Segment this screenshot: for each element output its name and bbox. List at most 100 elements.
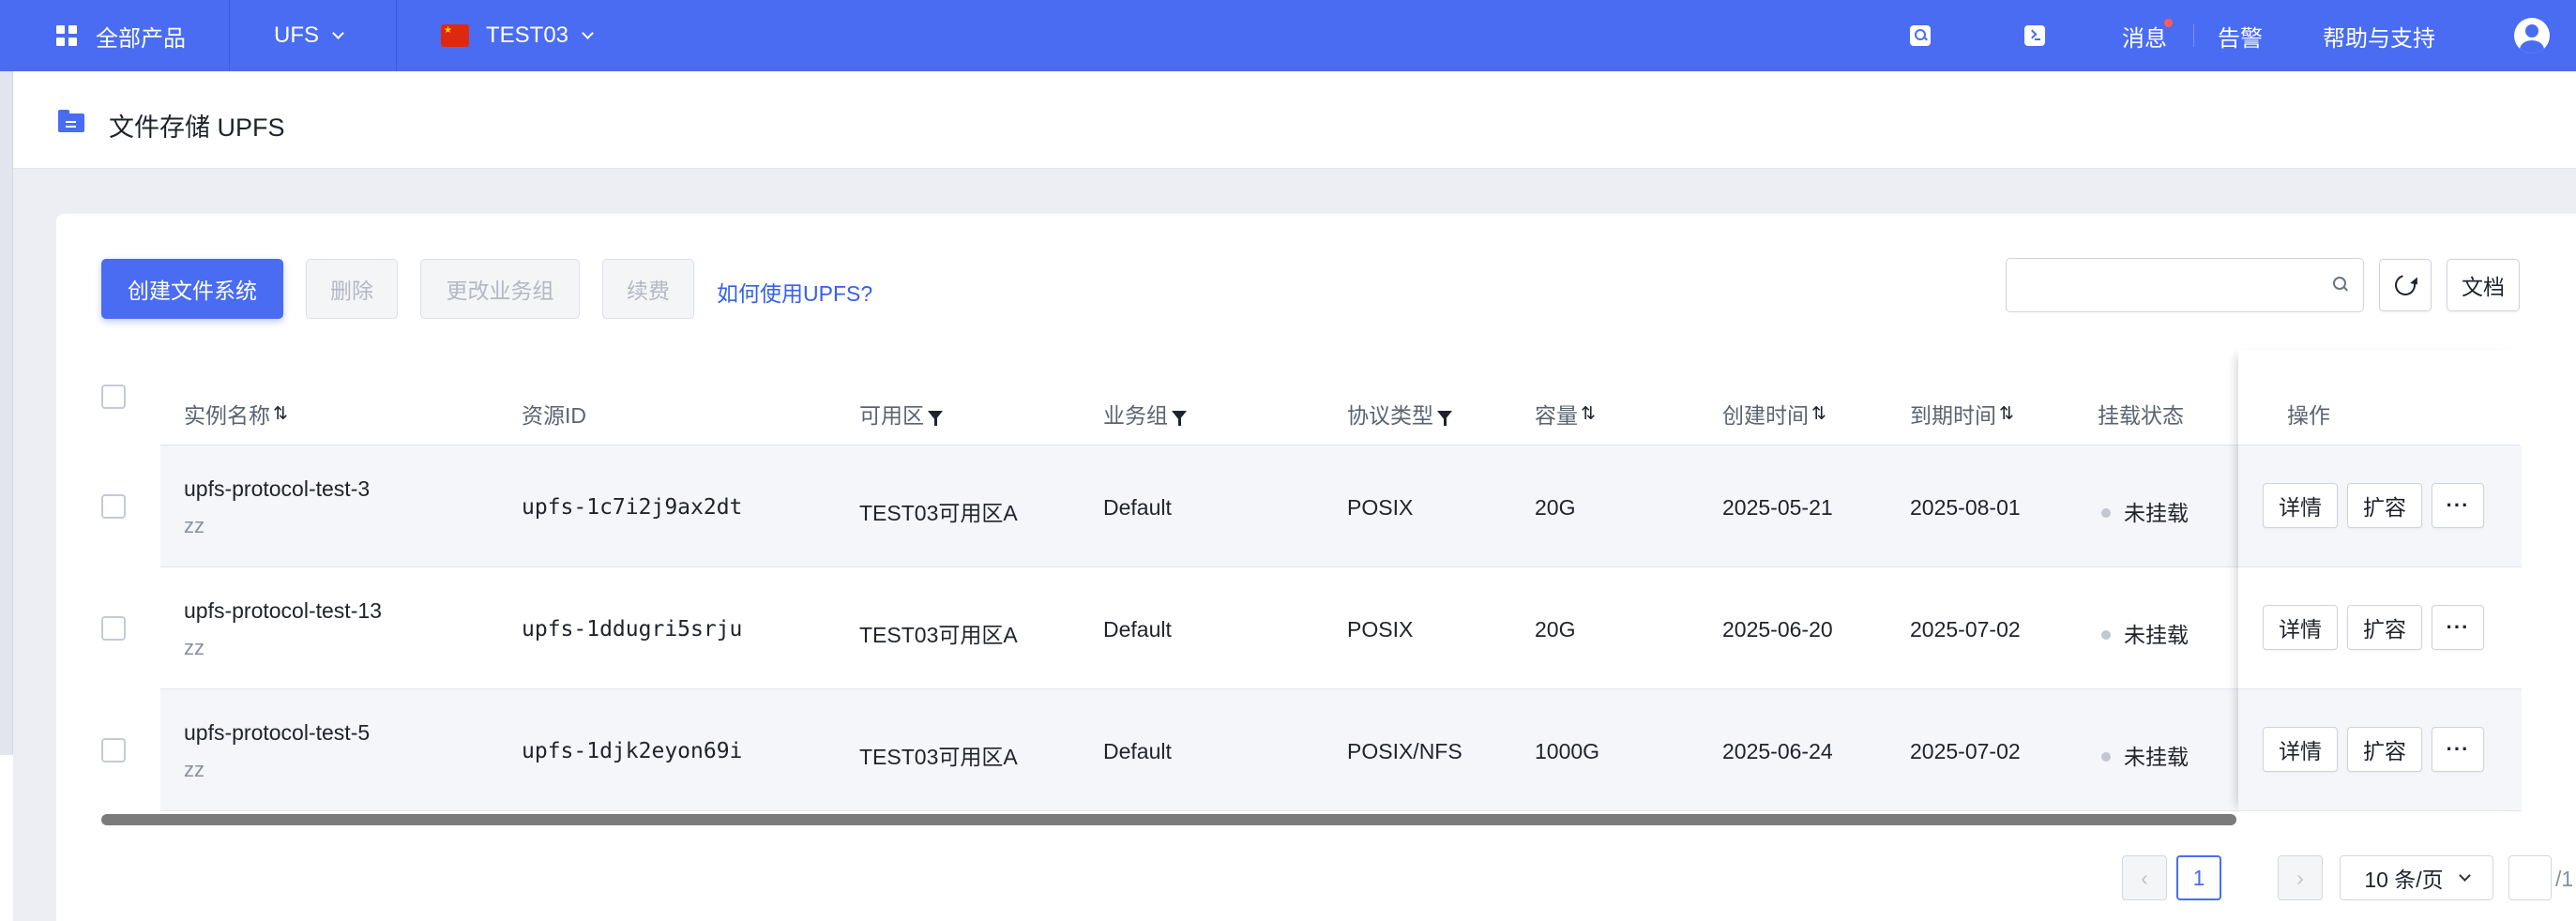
alerts-label: 告警 — [2218, 25, 2263, 52]
details-button[interactable]: 详情 — [2263, 727, 2338, 772]
column-header-resource-id: 资源ID — [522, 383, 586, 445]
instance-remark: zz — [184, 758, 205, 781]
details-button[interactable]: 详情 — [2263, 605, 2338, 650]
filter-icon[interactable] — [1437, 411, 1452, 426]
expire-date: 2025-07-02 — [1910, 617, 2021, 642]
region-dropdown[interactable]: TEST03 — [441, 0, 594, 71]
instance-name[interactable]: upfs-protocol-test-13 — [184, 598, 382, 624]
instance-name[interactable]: upfs-protocol-test-3 — [184, 476, 370, 502]
details-button[interactable]: 详情 — [2263, 483, 2338, 528]
more-icon: ··· — [2446, 493, 2470, 517]
terminal-icon — [2024, 25, 2045, 46]
chevron-right-icon: › — [2296, 865, 2304, 890]
top-navigation: 全部产品 UFS TEST03 消息 告警 帮助与支持 — [0, 0, 2576, 71]
instance-name[interactable]: upfs-protocol-test-5 — [184, 720, 370, 746]
select-all-checkbox[interactable] — [101, 385, 126, 409]
row-checkbox[interactable] — [101, 494, 126, 519]
column-header-created[interactable]: 创建时间 ⇅ — [1722, 383, 1826, 445]
search-input[interactable] — [2007, 259, 2363, 311]
created-date: 2025-06-24 — [1722, 739, 1833, 763]
mount-status-label: 未挂载 — [2124, 623, 2189, 647]
avatar-icon — [2514, 18, 2550, 53]
folder-icon — [58, 110, 84, 132]
page-size-select[interactable]: 10 条/页 — [2340, 855, 2493, 900]
expand-button[interactable]: 扩容 — [2347, 727, 2422, 772]
filter-icon[interactable] — [928, 411, 943, 426]
all-products-label: 全部产品 — [96, 25, 186, 52]
column-header-capacity-label: 容量 — [1535, 403, 1578, 428]
column-header-group[interactable]: 业务组 — [1103, 383, 1187, 445]
column-header-name[interactable]: 实例名称 ⇅ — [184, 383, 288, 445]
renew-button[interactable]: 续费 — [602, 259, 694, 319]
column-header-zone[interactable]: 可用区 — [859, 383, 943, 445]
docs-button[interactable]: 文档 — [2447, 259, 2520, 311]
operations-row: 详情 扩容 ··· — [2238, 567, 2522, 689]
prev-page-button[interactable]: ‹ — [2122, 855, 2167, 900]
left-edge-bar — [0, 0, 13, 921]
column-header-protocol[interactable]: 协议类型 — [1347, 383, 1452, 445]
more-actions-button[interactable]: ··· — [2432, 727, 2484, 772]
page-jump-input[interactable] — [2508, 855, 2552, 900]
search-icon[interactable] — [2333, 277, 2348, 292]
expire-date: 2025-08-01 — [1910, 495, 2021, 520]
more-icon: ··· — [2446, 615, 2470, 639]
terminal-button[interactable] — [2024, 0, 2045, 71]
user-avatar-button[interactable] — [2514, 0, 2550, 71]
chevron-down-icon — [582, 26, 594, 39]
refresh-button[interactable] — [2379, 259, 2432, 311]
how-to-use-link[interactable]: 如何使用UPFS? — [717, 276, 872, 308]
filter-icon[interactable] — [1172, 411, 1187, 426]
help-support-label: 帮助与支持 — [2323, 25, 2435, 52]
status-dot-icon — [2101, 507, 2111, 518]
page-number-button[interactable]: 1 — [2176, 855, 2221, 900]
page-size-label: 10 条/页 — [2364, 868, 2444, 892]
chevron-down-icon — [2458, 868, 2471, 882]
help-support-link[interactable]: 帮助与支持 — [2323, 0, 2435, 71]
mount-status: 未挂载 — [2101, 739, 2189, 771]
more-actions-button[interactable]: ··· — [2432, 483, 2484, 528]
sort-icon[interactable]: ⇅ — [1581, 403, 1596, 424]
sort-icon[interactable]: ⇅ — [273, 403, 288, 424]
all-products-menu[interactable]: 全部产品 — [56, 0, 186, 71]
column-header-mount-label: 挂载状态 — [2098, 403, 2184, 428]
create-filesystem-button[interactable]: 创建文件系统 — [101, 259, 283, 319]
global-search-button[interactable] — [1910, 0, 1931, 71]
row-checkbox[interactable] — [101, 616, 126, 641]
product-dropdown[interactable]: UFS — [274, 0, 344, 71]
resource-id: upfs-1c7i2j9ax2dt — [522, 495, 743, 520]
row-checkbox[interactable] — [101, 738, 126, 762]
notification-dot — [2164, 19, 2173, 27]
protocol: POSIX/NFS — [1347, 739, 1462, 763]
column-header-resource-id-label: 资源ID — [522, 403, 586, 428]
protocol: POSIX — [1347, 495, 1414, 520]
column-header-protocol-label: 协议类型 — [1347, 403, 1433, 428]
china-flag-icon — [441, 24, 469, 47]
protocol: POSIX — [1347, 617, 1414, 642]
status-dot-icon — [2101, 751, 2111, 762]
next-page-button[interactable]: › — [2278, 855, 2323, 900]
sort-icon[interactable]: ⇅ — [1999, 403, 2014, 424]
horizontal-scrollbar[interactable] — [101, 814, 2236, 825]
column-header-mount: 挂载状态 — [2098, 383, 2184, 445]
column-header-zone-label: 可用区 — [859, 403, 924, 428]
column-header-expires[interactable]: 到期时间 ⇅ — [1910, 383, 2014, 445]
apps-icon — [56, 25, 77, 46]
column-header-expires-label: 到期时间 — [1910, 403, 1996, 428]
more-actions-button[interactable]: ··· — [2432, 605, 2484, 650]
expand-button[interactable]: 扩容 — [2347, 605, 2422, 650]
column-header-ops-label: 操作 — [2287, 403, 2330, 428]
resource-id: upfs-1djk2eyon69i — [522, 739, 743, 763]
delete-button[interactable]: 删除 — [306, 259, 398, 319]
zone: TEST03可用区A — [859, 623, 1018, 647]
messages-link[interactable]: 消息 — [2122, 0, 2173, 71]
sort-icon[interactable]: ⇅ — [1811, 403, 1826, 424]
instance-remark: zz — [184, 514, 205, 537]
capacity: 20G — [1535, 617, 1576, 642]
expand-button[interactable]: 扩容 — [2347, 483, 2422, 528]
capacity: 1000G — [1535, 739, 1600, 763]
product-label: UFS — [274, 23, 319, 48]
column-header-capacity[interactable]: 容量 ⇅ — [1535, 383, 1596, 445]
alerts-link[interactable]: 告警 — [2218, 0, 2263, 71]
change-group-button[interactable]: 更改业务组 — [420, 259, 580, 319]
zone: TEST03可用区A — [859, 745, 1018, 769]
